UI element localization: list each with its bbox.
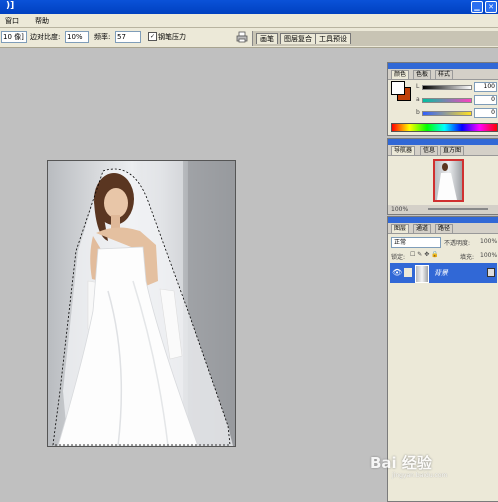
contrast-label: 边对比度: [30,33,61,41]
b-label: b [416,109,420,116]
l-value[interactable]: 100 [474,82,497,92]
fill-label: 填充: [460,254,475,261]
tab-paths[interactable]: 路径 [435,224,454,233]
document-canvas[interactable] [47,160,236,447]
tab-histogram[interactable]: 直方图 [440,146,465,155]
close-button[interactable]: ✕ [485,1,497,13]
a-label: a [416,96,420,103]
a-slider[interactable] [422,98,472,103]
pen-pressure-label: 钢笔压力 [158,33,186,41]
fill-value[interactable]: 100% [480,252,497,259]
width-field[interactable]: 10 像] [1,31,27,43]
tab-tool-presets[interactable]: 工具预设 [315,33,351,44]
a-value[interactable]: 0 [474,95,497,105]
menu-window[interactable]: 窗口 [5,16,19,26]
layer-row[interactable]: 👁 背景 [390,263,497,283]
lock-icon [487,268,495,277]
layer-name[interactable]: 背景 [434,268,448,278]
navigator-zoom[interactable]: 100% [391,206,408,213]
window-title: )] [6,1,15,11]
tab-channels[interactable]: 通道 [413,224,432,233]
tab-color[interactable]: 颜色 [391,70,410,79]
layer-thumbnail [415,265,429,283]
window-title-bar: )] ▁ ✕ [0,0,498,14]
b-slider[interactable] [422,111,472,116]
l-slider[interactable] [422,85,472,90]
watermark-sub: jingyan.baidu.com [392,472,448,479]
eye-icon[interactable]: 👁 [392,268,402,278]
tab-swatches[interactable]: 色板 [413,70,432,79]
lock-label: 锁定: [391,254,406,261]
color-panel: 颜色 色板 样式 L 100 a 0 b 0 [387,62,498,136]
pen-pressure-checkbox[interactable]: ✓ [148,32,157,41]
tab-info[interactable]: 信息 [420,146,439,155]
opacity-label: 不透明度: [444,240,471,247]
color-ramp[interactable] [391,123,498,132]
b-value[interactable]: 0 [474,108,497,118]
frequency-label: 频率: [94,33,111,41]
menu-help[interactable]: 帮助 [35,16,49,26]
tab-layers[interactable]: 图层 [391,224,410,233]
menu-bar: 窗口 帮助 [0,14,498,28]
zoom-slider[interactable] [428,208,488,210]
opacity-value[interactable]: 100% [480,238,497,245]
foreground-color-swatch[interactable] [391,81,405,95]
navigator-thumbnail[interactable] [433,159,464,202]
printer-icon[interactable] [236,31,248,43]
tab-layer-comps[interactable]: 图层复合 [280,33,316,44]
bride-photo [52,161,235,446]
lock-icons[interactable]: ☐ ✎ ✥ 🔒 [410,251,439,258]
watermark: Bai 经验 [370,454,432,472]
l-label: L [416,83,420,90]
tab-brushes[interactable]: 画笔 [256,33,278,44]
blend-mode-select[interactable]: 正常 [391,237,441,248]
navigator-panel: 导航器 信息 直方图 100% [387,138,498,215]
brush-icon[interactable] [404,268,412,277]
tab-styles[interactable]: 样式 [435,70,454,79]
minimize-button[interactable]: ▁ [471,1,483,13]
tab-navigator[interactable]: 导航器 [391,146,416,155]
frequency-field[interactable]: 57 [115,31,141,43]
contrast-field[interactable]: 10% [65,31,89,43]
